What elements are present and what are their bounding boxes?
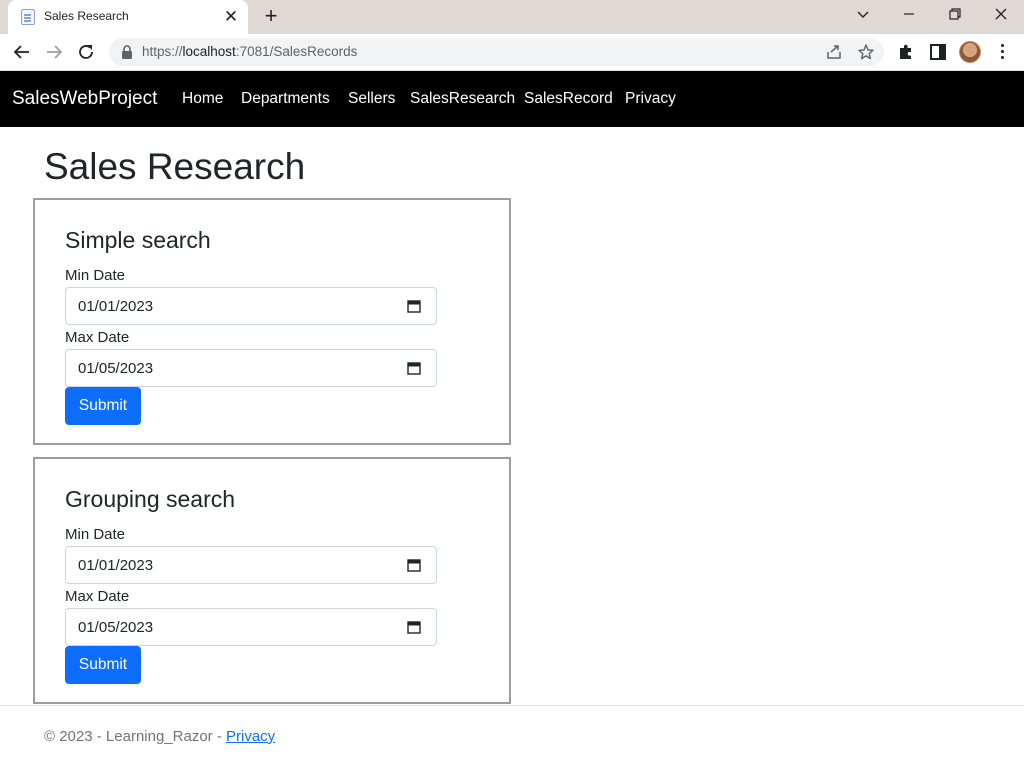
minimize-icon[interactable] <box>886 0 932 30</box>
nav-link-home[interactable]: Home <box>182 90 223 108</box>
grouping-search-title: Grouping search <box>65 486 236 512</box>
browser-tab[interactable]: Sales Research ✕ <box>8 0 248 34</box>
simple-min-date-input[interactable]: 01/01/2023 <box>65 287 437 325</box>
close-window-icon[interactable] <box>978 0 1024 30</box>
simple-search-title: Simple search <box>65 227 211 253</box>
page-favicon-icon <box>21 9 35 25</box>
footer-text: © 2023 - Learning_Razor - Privacy <box>44 728 275 745</box>
share-icon[interactable] <box>825 43 843 61</box>
nav-link-departments[interactable]: Departments <box>241 90 330 108</box>
date-value: 01/01/2023 <box>78 557 154 574</box>
tab-title: Sales Research <box>44 9 129 23</box>
forward-arrow-icon[interactable] <box>41 39 67 65</box>
calendar-icon[interactable] <box>407 299 421 318</box>
nav-link-privacy[interactable]: Privacy <box>625 90 676 108</box>
grouping-search-form: Grouping search Min Date 01/01/2023 Max … <box>33 457 511 704</box>
date-value: 01/01/2023 <box>78 298 154 315</box>
site-navbar: SalesWebProject Home Departments Sellers… <box>0 71 1024 127</box>
bookmark-star-icon[interactable] <box>857 43 875 61</box>
max-date-label: Max Date <box>65 329 130 346</box>
calendar-icon[interactable] <box>407 620 421 639</box>
lock-icon[interactable] <box>121 45 133 64</box>
nav-link-salesresearch[interactable]: SalesResearch <box>410 90 515 108</box>
tab-search-chevron-icon[interactable] <box>840 0 886 30</box>
max-date-label: Max Date <box>65 588 130 605</box>
close-tab-icon[interactable]: ✕ <box>222 8 240 26</box>
new-tab-icon[interactable]: + <box>259 4 283 28</box>
back-arrow-icon[interactable] <box>9 39 35 65</box>
page-title: Sales Research <box>44 146 306 187</box>
page-footer: © 2023 - Learning_Razor - Privacy <box>0 705 1024 768</box>
reload-icon[interactable] <box>73 39 99 65</box>
simple-search-form: Simple search Min Date 01/01/2023 Max Da… <box>33 198 511 445</box>
browser-toolbar: https://localhost:7081/SalesRecords <box>0 34 1024 71</box>
date-value: 01/05/2023 <box>78 619 154 636</box>
browser-menu-icon[interactable] <box>999 44 1005 62</box>
calendar-icon[interactable] <box>407 558 421 577</box>
simple-submit-button[interactable]: Submit <box>65 387 141 425</box>
profile-avatar[interactable] <box>959 41 981 63</box>
calendar-icon[interactable] <box>407 361 421 380</box>
grouping-min-date-input[interactable]: 01/01/2023 <box>65 546 437 584</box>
nav-link-sellers[interactable]: Sellers <box>348 90 395 108</box>
grouping-submit-button[interactable]: Submit <box>65 646 141 684</box>
side-panel-icon[interactable] <box>928 42 948 62</box>
min-date-label: Min Date <box>65 526 126 543</box>
browser-tabstrip: Sales Research ✕ + <box>0 0 1024 34</box>
url-text: https://localhost:7081/SalesRecords <box>142 44 358 59</box>
footer-privacy-link[interactable]: Privacy <box>226 728 275 745</box>
date-value: 01/05/2023 <box>78 360 154 377</box>
grouping-max-date-input[interactable]: 01/05/2023 <box>65 608 437 646</box>
nav-link-salesrecord[interactable]: SalesRecord <box>524 90 613 108</box>
address-bar[interactable]: https://localhost:7081/SalesRecords <box>109 38 884 66</box>
copyright-text: © 2023 - Learning_Razor - <box>44 728 226 745</box>
restore-icon[interactable] <box>932 0 978 30</box>
brand-link[interactable]: SalesWebProject <box>12 88 157 110</box>
min-date-label: Min Date <box>65 267 126 284</box>
extensions-puzzle-icon[interactable] <box>896 42 916 62</box>
simple-max-date-input[interactable]: 01/05/2023 <box>65 349 437 387</box>
